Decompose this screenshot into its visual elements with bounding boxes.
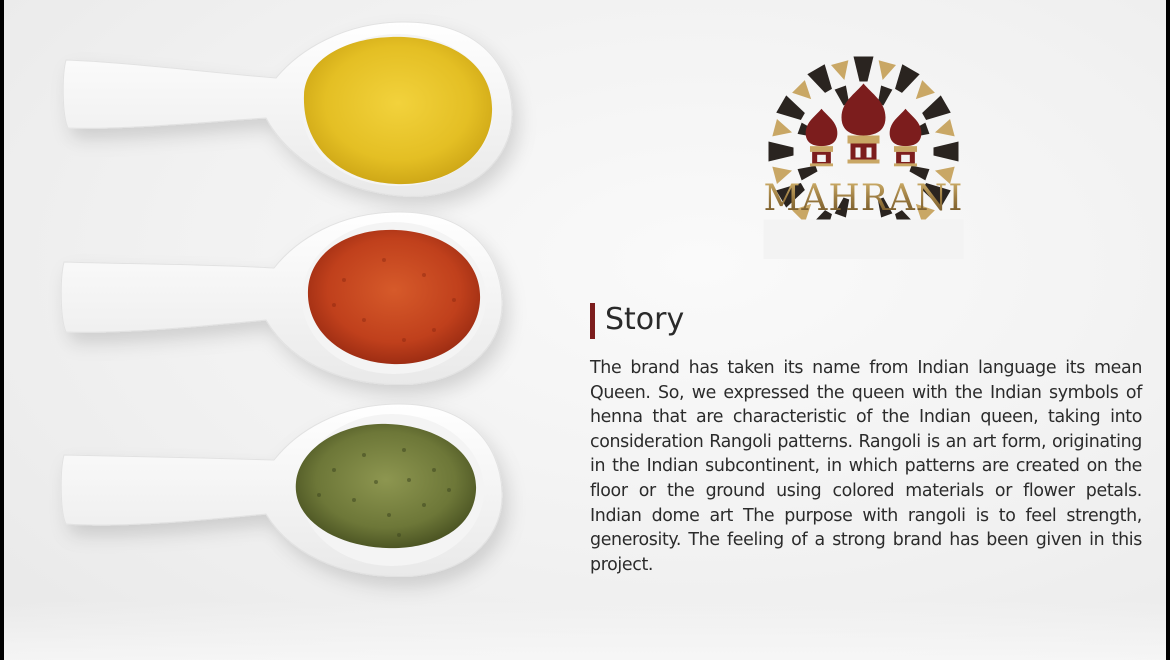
dome-icon <box>805 83 922 167</box>
story-body-text: The brand has taken its name from Indian… <box>590 358 1142 575</box>
mahrani-logo-emblem <box>763 56 964 259</box>
bottom-fade <box>4 600 1166 660</box>
story-slide: MAHRANI Story The brand has taken its na… <box>4 0 1166 660</box>
brand-wordmark: MAHRANI <box>756 178 971 219</box>
spice-spoons-image <box>60 21 513 577</box>
story-accent-bar <box>590 303 595 339</box>
dried-herb <box>295 423 477 549</box>
chili-powder <box>307 229 481 365</box>
story-heading: Story <box>605 302 685 337</box>
